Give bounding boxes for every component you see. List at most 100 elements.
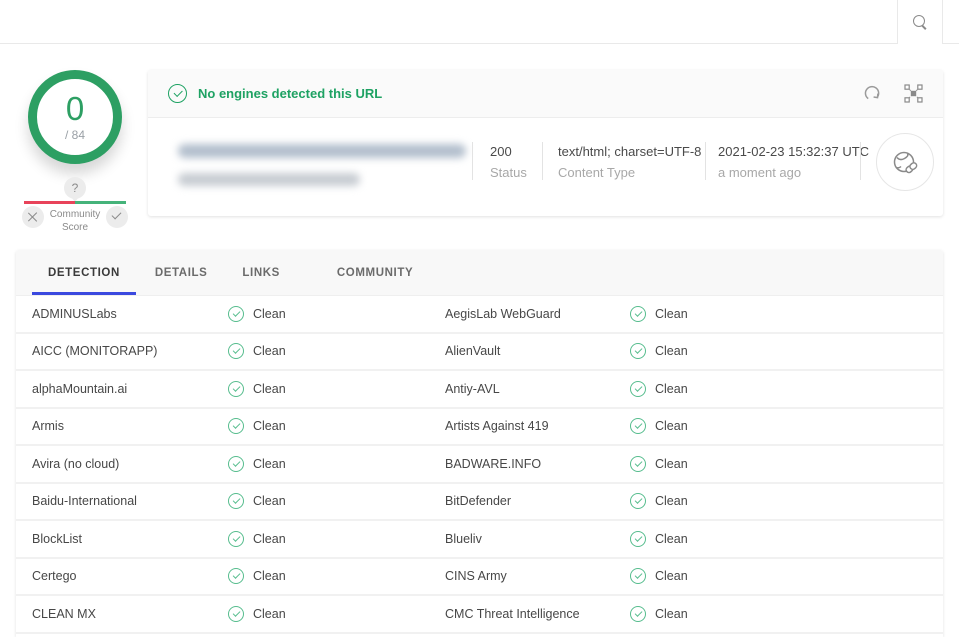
engines-total: / 84 [65,128,85,142]
table-row: Certego Clean CINS Army Clean [16,559,943,597]
engine-name: Antiy-AVL [445,382,630,396]
divider [542,142,543,180]
vote-harmless-button[interactable] [106,206,128,228]
engine-name: Certego [32,569,228,583]
search-icon [913,15,928,30]
divider [705,142,706,180]
content-type-label: Content Type [558,165,635,180]
engine-status: Clean [630,568,943,584]
redacted-url-final [178,173,360,186]
content-type-value: text/html; charset=UTF-8 [558,144,701,159]
clean-check-icon [228,456,244,472]
check-icon [112,210,122,220]
detection-banner-message: No engines detected this URL [198,86,382,101]
engine-name: AlienVault [445,344,630,358]
engine-status: Clean [630,606,943,622]
engine-name: BlockList [32,532,228,546]
table-row: CLEAN MX Clean CMC Threat Intelligence C… [16,596,943,634]
table-row: Avira (no cloud) Clean BADWARE.INFO Clea… [16,446,943,484]
engine-name: AegisLab WebGuard [445,307,630,321]
clean-check-icon [228,531,244,547]
http-status-value: 200 [490,144,512,159]
engine-name: BitDefender [445,494,630,508]
clean-check-icon [630,493,646,509]
clean-check-icon [228,381,244,397]
clean-check-icon [630,343,646,359]
detection-banner: No engines detected this URL [148,70,943,118]
clean-check-icon [228,606,244,622]
engine-name: Artists Against 419 [445,419,630,433]
engine-status: Clean [228,456,445,472]
engine-name: BADWARE.INFO [445,457,630,471]
clean-check-icon [228,343,244,359]
scan-date-relative: a moment ago [718,165,801,180]
graph-button[interactable] [904,84,923,103]
clean-check-icon [228,568,244,584]
table-row: Baidu-International Clean BitDefender Cl… [16,484,943,522]
scan-summary-body: 200 Status text/html; charset=UTF-8 Cont… [148,118,943,215]
tab-links[interactable]: LINKS [226,250,296,295]
redacted-url-link[interactable] [178,144,466,158]
clean-check-icon [630,568,646,584]
community-score-label: Community Score [43,208,107,234]
engine-name: AICC (MONITORAPP) [32,344,228,358]
tab-bar: DETECTION DETAILS LINKS COMMUNITY [16,250,943,296]
table-row: ADMINUSLabs Clean AegisLab WebGuard Clea… [16,296,943,334]
engine-status: Clean [228,606,445,622]
engine-status: Clean [228,418,445,434]
community-score-help-marker[interactable]: ? [64,177,86,199]
engine-name: ADMINUSLabs [32,307,228,321]
clean-check-icon [228,493,244,509]
report-tabs-card: DETECTION DETAILS LINKS COMMUNITY ADMINU… [16,250,943,637]
engine-name: alphaMountain.ai [32,382,228,396]
community-score-bar [24,201,126,204]
engine-status: Clean [228,531,445,547]
vote-malicious-button[interactable] [22,206,44,228]
engine-name: Baidu-International [32,494,228,508]
engine-name: Armis [32,419,228,433]
engine-name: Avira (no cloud) [32,457,228,471]
engine-status: Clean [228,493,445,509]
table-row: AICC (MONITORAPP) Clean AlienVault Clean [16,334,943,372]
tab-details[interactable]: DETAILS [139,250,224,295]
engine-status: Clean [228,343,445,359]
detection-table: ADMINUSLabs Clean AegisLab WebGuard Clea… [16,296,943,634]
tab-community[interactable]: COMMUNITY [321,250,429,295]
table-row: Armis Clean Artists Against 419 Clean [16,409,943,447]
tab-detection[interactable]: DETECTION [32,250,136,295]
engine-name: CMC Threat Intelligence [445,607,630,621]
http-status-label: Status [490,165,527,180]
clean-check-icon [630,456,646,472]
negative-score-segment [24,201,75,204]
engine-status: Clean [630,306,943,322]
clean-check-icon [630,306,646,322]
positive-score-segment [75,201,126,204]
engine-name: Blueliv [445,532,630,546]
check-circle-icon [168,84,187,103]
engine-status: Clean [228,381,445,397]
graph-icon [904,84,923,103]
engine-status: Clean [630,343,943,359]
reanalyze-button[interactable] [863,84,882,103]
table-row: BlockList Clean Blueliv Clean [16,521,943,559]
engine-status: Clean [228,306,445,322]
scan-summary-card: No engines detected this URL [148,70,943,216]
reanalyze-icon [863,84,882,103]
detections-count: 0 [66,92,84,125]
engine-name: CLEAN MX [32,607,228,621]
divider [860,142,861,180]
engine-status: Clean [630,381,943,397]
x-icon [28,212,38,222]
clean-check-icon [630,418,646,434]
engine-status: Clean [228,568,445,584]
scan-date-value: 2021-02-23 15:32:37 UTC [718,144,869,159]
search-button[interactable] [897,0,943,44]
divider [472,142,473,180]
table-row: alphaMountain.ai Clean Antiy-AVL Clean [16,371,943,409]
url-website-button[interactable] [876,133,934,191]
engine-status: Clean [630,531,943,547]
globe-link-icon [890,147,920,177]
clean-check-icon [228,306,244,322]
engine-status: Clean [630,456,943,472]
detection-score-ring: 0 / 84 [28,70,122,164]
